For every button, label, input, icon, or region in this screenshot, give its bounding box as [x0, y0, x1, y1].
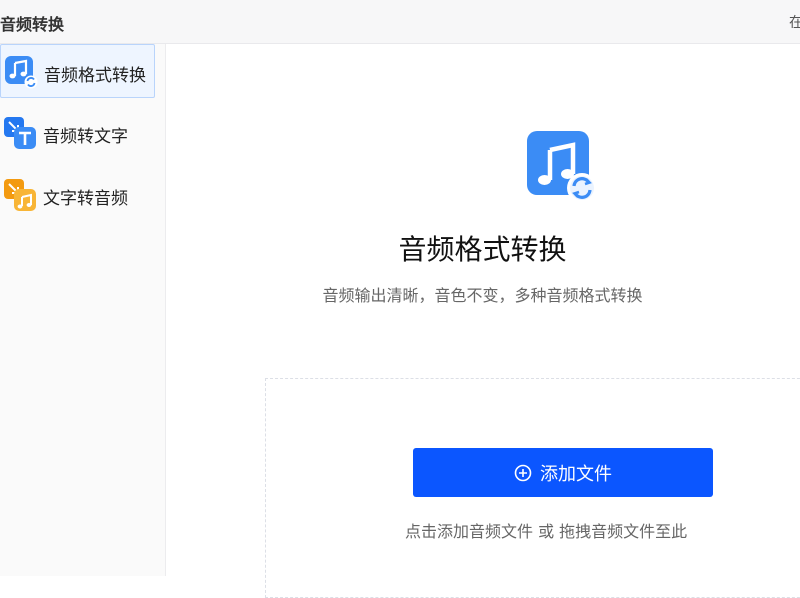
page-subtitle: 音频输出清晰，音色不变，多种音频格式转换 — [322, 286, 643, 305]
text-to-audio-icon — [4, 179, 36, 211]
music-convert-icon — [527, 131, 597, 203]
drop-hint-text: 点击添加音频文件 或 拖拽音频文件至此 — [405, 522, 688, 541]
sidebar-item-label: 音频格式转换 — [44, 66, 146, 86]
title-bar: 音频转换 在 — [0, 0, 800, 44]
sidebar: 音频格式转换 音频转文字 文字转音频 — [0, 44, 166, 576]
add-circle-icon — [514, 464, 532, 481]
add-file-button[interactable]: 添加文件 — [413, 448, 713, 497]
music-convert-icon — [5, 56, 38, 89]
page-title: 音频格式转换 — [398, 233, 567, 266]
sidebar-item-text-to-audio[interactable]: 文字转音频 — [0, 168, 155, 222]
audio-to-text-icon — [4, 117, 36, 149]
sidebar-item-audio-to-text[interactable]: 音频转文字 — [0, 106, 155, 160]
titlebar-right-text[interactable]: 在 — [789, 12, 800, 32]
sidebar-item-label: 音频转文字 — [43, 127, 128, 147]
sidebar-item-audio-format-convert[interactable]: 音频格式转换 — [0, 44, 155, 98]
app-title: 音频转换 — [0, 15, 65, 34]
sidebar-item-label: 文字转音频 — [43, 189, 128, 209]
add-file-button-label: 添加文件 — [540, 463, 612, 485]
